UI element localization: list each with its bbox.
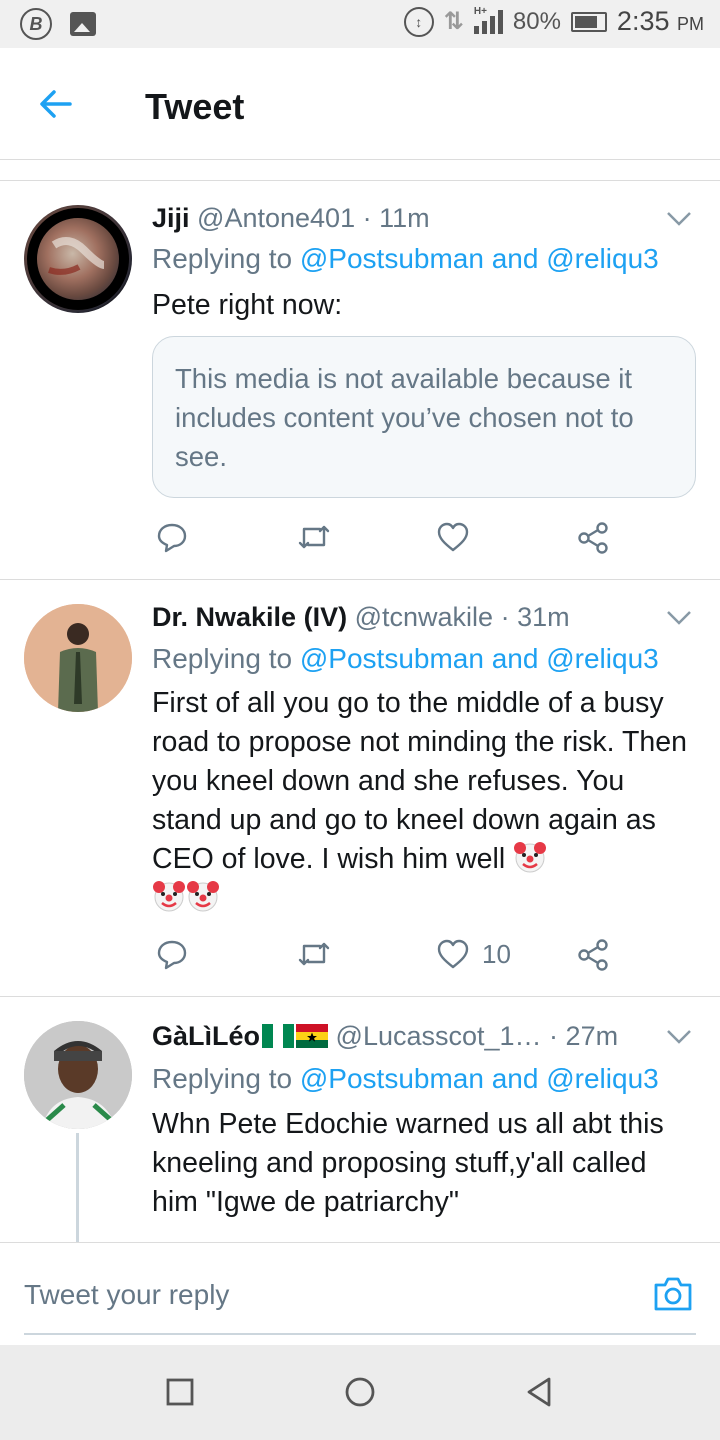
- top-app-bar: Tweet: [0, 48, 720, 160]
- timestamp: 31m: [517, 602, 570, 632]
- retweet-icon: [298, 525, 330, 549]
- retweet-icon: [298, 942, 330, 966]
- reply-input[interactable]: Tweet your reply: [24, 1279, 229, 1311]
- tweet[interactable]: Dr. Nwakile (IV) @tcnwakile · 31m Replyi…: [0, 580, 720, 996]
- user-handle[interactable]: @Antone401: [197, 203, 355, 233]
- reply-icon: [157, 940, 187, 970]
- display-name[interactable]: Jiji: [152, 203, 190, 233]
- display-name[interactable]: GàLìLéo: [152, 1021, 260, 1051]
- timestamp: 27m: [565, 1021, 619, 1051]
- replying-to: Replying to @Postsubman and @reliqu3: [152, 1063, 659, 1094]
- pluto-image: [27, 208, 129, 310]
- share-icon: [578, 522, 608, 554]
- image-icon: [70, 12, 96, 36]
- reply-button[interactable]: [156, 521, 188, 553]
- camera-icon[interactable]: [652, 1275, 694, 1313]
- person-photo: [24, 604, 132, 712]
- retweet-button[interactable]: [296, 938, 332, 970]
- tweet-header: Jiji @Antone401 · 11m: [152, 203, 430, 233]
- page-title: Tweet: [145, 86, 245, 127]
- home-button[interactable]: [343, 1375, 377, 1409]
- back-arrow-icon[interactable]: [36, 84, 76, 124]
- clown-face-icon: [153, 881, 185, 912]
- back-button[interactable]: [523, 1375, 557, 1409]
- tweet[interactable]: GàLìLéo @Lucasscot_1… · 27m Replying to …: [0, 997, 720, 1242]
- input-underline: [24, 1333, 696, 1335]
- battery-icon: [570, 11, 607, 32]
- battery-percent: 80%: [512, 7, 561, 35]
- nigeria-flag-icon: [262, 1024, 295, 1048]
- share-button[interactable]: [576, 938, 610, 972]
- like-count: 10: [482, 938, 511, 969]
- b-app-icon: B: [20, 8, 52, 40]
- signal-icon: H+: [473, 6, 503, 34]
- system-nav-bar: [0, 1345, 720, 1440]
- data-saver-icon: ↕: [403, 6, 434, 37]
- data-arrows-icon: ⇅: [443, 8, 464, 35]
- reply-button[interactable]: [156, 938, 188, 970]
- mention-link[interactable]: @reliqu3: [546, 1063, 658, 1094]
- replying-to: Replying to @Postsubman and @reliqu3: [152, 643, 659, 674]
- clock: 2:35 PM: [616, 6, 704, 36]
- mention-link[interactable]: @Postsubman: [300, 643, 484, 674]
- mention-link[interactable]: @reliqu3: [546, 243, 658, 274]
- clown-face-icon: [514, 842, 547, 873]
- avatar[interactable]: [24, 205, 132, 313]
- tweet-header: Dr. Nwakile (IV) @tcnwakile · 31m: [152, 602, 570, 632]
- chevron-down-icon[interactable]: [666, 211, 692, 227]
- timestamp: 11m: [379, 203, 430, 233]
- mention-link[interactable]: @Postsubman: [300, 243, 484, 274]
- display-name[interactable]: Dr. Nwakile (IV): [152, 602, 347, 632]
- chevron-down-icon[interactable]: [666, 610, 692, 626]
- recent-apps-button[interactable]: [163, 1375, 197, 1409]
- tweet-actions: [152, 521, 632, 561]
- tweet-text: Pete right now:: [152, 289, 343, 321]
- retweet-button[interactable]: [296, 521, 332, 553]
- share-icon: [578, 939, 608, 971]
- thread-connector: [76, 1133, 79, 1242]
- like-button[interactable]: 10: [436, 938, 511, 970]
- chevron-down-icon[interactable]: [666, 1029, 692, 1045]
- user-handle[interactable]: @tcnwakile: [355, 602, 493, 632]
- tweet-text: Whn Pete Edochie warned us all abt this …: [152, 1108, 664, 1218]
- heart-icon: [437, 939, 469, 969]
- media-unavailable-notice: This media is not available because it i…: [152, 336, 696, 498]
- mention-link[interactable]: @Postsubman: [300, 1063, 484, 1094]
- reply-composer: Tweet your reply: [0, 1242, 720, 1345]
- reply-icon: [157, 523, 187, 553]
- ghana-flag-icon: [296, 1024, 329, 1048]
- mention-link[interactable]: @reliqu3: [546, 643, 658, 674]
- avatar[interactable]: [24, 604, 132, 712]
- user-handle[interactable]: @Lucasscot_1…: [336, 1021, 542, 1051]
- avatar[interactable]: [24, 1021, 132, 1129]
- tweet-text: First of all you go to the middle of a b…: [152, 684, 697, 918]
- replying-to: Replying to @Postsubman and @reliqu3: [152, 243, 659, 274]
- tweet[interactable]: Jiji @Antone401 · 11m Replying to @Posts…: [0, 181, 720, 579]
- share-button[interactable]: [576, 521, 610, 555]
- heart-icon: [437, 522, 469, 552]
- clown-face-icon: [187, 881, 219, 912]
- like-button[interactable]: [436, 521, 470, 553]
- tweet-actions: 10: [152, 938, 632, 978]
- person-photo: [24, 1021, 132, 1129]
- tweet-header: GàLìLéo @Lucasscot_1… · 27m: [152, 1021, 619, 1051]
- status-bar: B ↕ ⇅ H+ 80% 2:35 PM: [0, 0, 720, 48]
